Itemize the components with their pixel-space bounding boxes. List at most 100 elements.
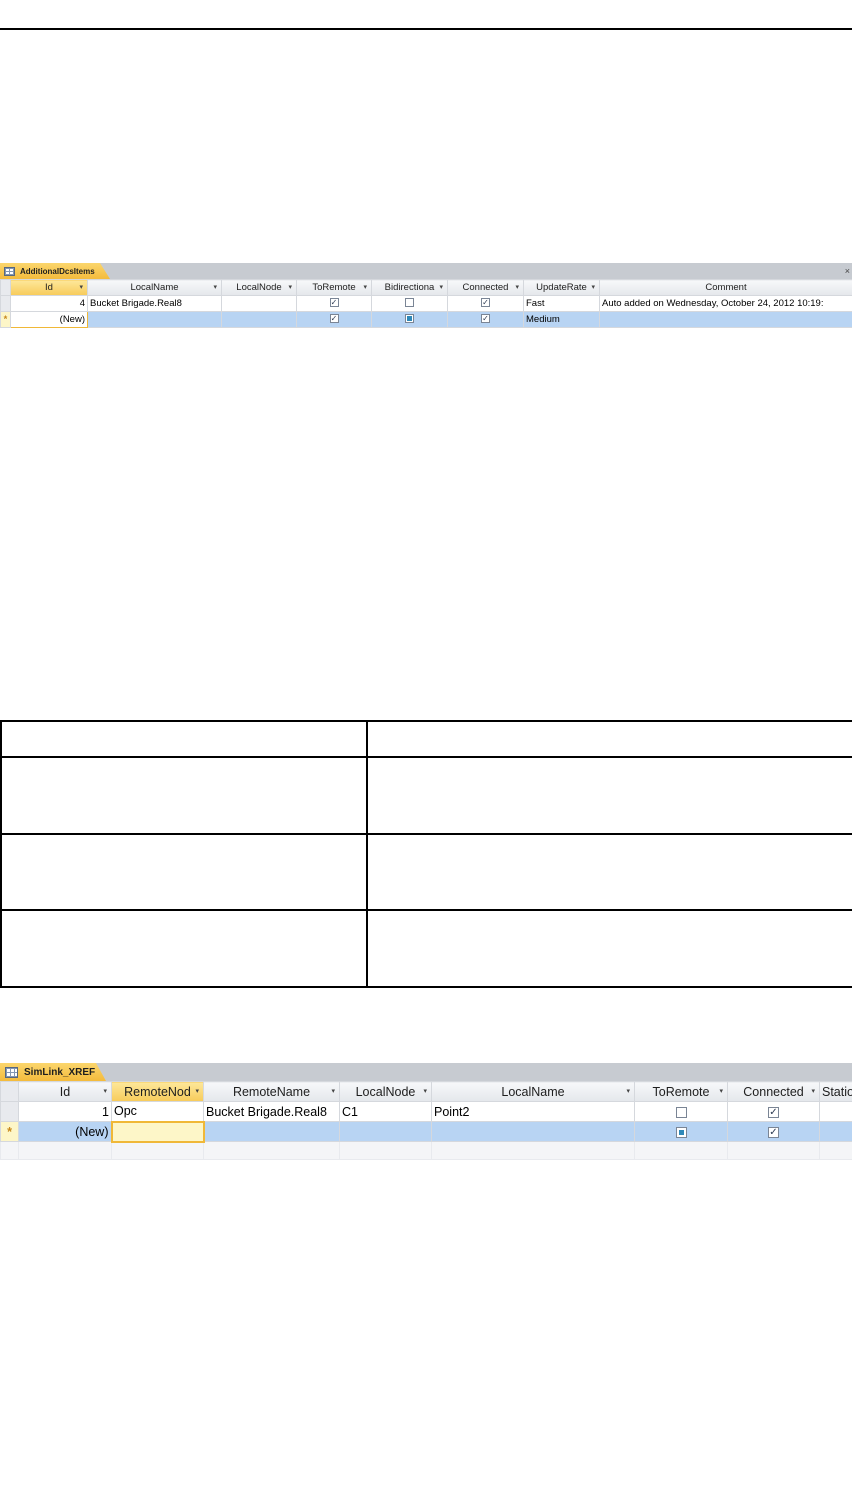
cell-bidirectional[interactable] <box>371 295 448 312</box>
new-record-marker[interactable]: * <box>0 1121 19 1142</box>
cell-id[interactable]: 4 <box>10 295 88 312</box>
dropdown-arrow-icon[interactable]: ▾ <box>439 281 443 295</box>
column-header-localnode[interactable]: LocalNode ▾ <box>221 279 297 296</box>
cell-connected[interactable] <box>447 311 524 328</box>
tab-label: SimLink_XREF <box>24 1066 96 1078</box>
dropdown-arrow-icon[interactable]: ▾ <box>103 1083 107 1101</box>
cell-updaterate[interactable]: Fast <box>523 295 600 312</box>
cell-localname[interactable] <box>87 311 222 328</box>
column-header-bidirectional[interactable]: Bidirectiona ▾ <box>371 279 448 296</box>
checkbox[interactable] <box>675 1106 687 1118</box>
cell-station[interactable] <box>819 1121 852 1142</box>
dropdown-arrow-icon[interactable]: ▾ <box>626 1083 630 1101</box>
column-header-id[interactable]: Id ▾ <box>10 279 88 296</box>
dropdown-arrow-icon[interactable]: ▾ <box>363 281 367 295</box>
column-header-updaterate[interactable]: UpdateRate ▾ <box>523 279 600 296</box>
column-header-station[interactable]: Statio <box>819 1081 852 1102</box>
checkbox[interactable] <box>405 298 414 308</box>
header-row: Id ▾ LocalName ▾ LocalNode ▾ ToRemote ▾ Bidi… <box>0 279 852 296</box>
cell-toremote[interactable] <box>296 311 372 328</box>
checkbox[interactable] <box>768 1126 779 1138</box>
dropdown-arrow-icon[interactable]: ▾ <box>423 1083 427 1101</box>
datasheet-grid: Id ▾ RemoteNod ▾ RemoteName ▾ LocalNode ▾ Lo… <box>0 1081 852 1160</box>
cell-toremote[interactable] <box>634 1121 728 1142</box>
cell-toremote[interactable] <box>634 1101 728 1122</box>
cell-id[interactable]: (New) <box>18 1121 112 1142</box>
checkbox[interactable] <box>675 1126 687 1138</box>
column-header-toremote[interactable]: ToRemote ▾ <box>634 1081 728 1102</box>
new-record-row[interactable]: * (New) Medium <box>0 311 852 328</box>
datasheet-grid: Id ▾ LocalName ▾ LocalNode ▾ ToRemote ▾ Bidi… <box>0 279 852 328</box>
document-tab-bar: AdditionalDcsItems × <box>0 263 852 279</box>
cell-remotenode[interactable]: Opc <box>111 1101 204 1122</box>
table-icon <box>4 267 15 276</box>
checkbox[interactable] <box>768 1106 779 1118</box>
new-record-marker[interactable]: * <box>0 311 11 328</box>
select-all-corner[interactable] <box>0 279 11 296</box>
cell-connected[interactable] <box>727 1121 820 1142</box>
cell-localnode[interactable] <box>339 1121 432 1142</box>
dropdown-arrow-icon[interactable]: ▾ <box>811 1083 815 1101</box>
checkbox[interactable] <box>481 314 490 324</box>
cell-localnode[interactable] <box>221 311 297 328</box>
checkbox[interactable] <box>329 298 339 308</box>
blank-row <box>0 833 852 911</box>
cell-comment[interactable] <box>599 311 852 328</box>
blank-row <box>0 909 852 988</box>
dropdown-arrow-icon[interactable]: ▾ <box>515 281 519 295</box>
table-icon <box>5 1067 18 1078</box>
column-header-localname[interactable]: LocalName ▾ <box>87 279 222 296</box>
cell-connected[interactable] <box>727 1101 820 1122</box>
dropdown-arrow-icon[interactable]: ▾ <box>719 1083 723 1101</box>
table-row[interactable]: 1 Opc Bucket Brigade.Real8 C1 Point2 <box>0 1101 852 1122</box>
select-all-corner[interactable] <box>0 1081 19 1102</box>
cell-localname[interactable] <box>431 1121 635 1142</box>
column-header-localname[interactable]: LocalName ▾ <box>431 1081 635 1102</box>
column-header-comment[interactable]: Comment <box>599 279 852 296</box>
cell-bidirectional[interactable] <box>371 311 448 328</box>
dropdown-arrow-icon[interactable]: ▾ <box>195 1083 199 1101</box>
checkbox[interactable] <box>405 314 414 324</box>
tab-label: AdditionalDcsItems <box>20 266 95 276</box>
dropdown-arrow-icon[interactable]: ▾ <box>213 281 217 295</box>
cell-localnode[interactable] <box>221 295 297 312</box>
cell-comment[interactable]: Auto added on Wednesday, October 24, 201… <box>599 295 852 312</box>
top-rule <box>0 28 852 30</box>
cell-localname[interactable]: Point2 <box>431 1101 635 1122</box>
column-header-remotename[interactable]: RemoteName ▾ <box>203 1081 340 1102</box>
column-header-localnode[interactable]: LocalNode ▾ <box>339 1081 432 1102</box>
cell-station[interactable] <box>819 1101 852 1122</box>
table-row[interactable]: 4 Bucket Brigade.Real8 Fast Auto added o… <box>0 295 852 312</box>
dropdown-arrow-icon[interactable]: ▾ <box>288 281 292 295</box>
column-header-remotenode[interactable]: RemoteNod ▾ <box>111 1081 204 1102</box>
checkbox[interactable] <box>329 314 339 324</box>
checkbox[interactable] <box>481 298 490 308</box>
cell-localnode[interactable]: C1 <box>339 1101 432 1122</box>
tab-additional-dcs-items[interactable]: AdditionalDcsItems <box>0 263 110 279</box>
cell-remotename[interactable] <box>203 1121 340 1142</box>
column-header-toremote[interactable]: ToRemote ▾ <box>296 279 372 296</box>
dropdown-arrow-icon[interactable]: ▾ <box>79 281 83 295</box>
record-selector[interactable] <box>0 1101 19 1122</box>
cell-localname[interactable]: Bucket Brigade.Real8 <box>87 295 222 312</box>
simlink-xref-datasheet: SimLink_XREF Id ▾ RemoteNod ▾ RemoteName ▾ … <box>0 1063 852 1163</box>
document-tab-bar: SimLink_XREF <box>0 1063 852 1081</box>
cell-id[interactable]: (New) <box>10 311 88 328</box>
cell-remotename[interactable]: Bucket Brigade.Real8 <box>203 1101 340 1122</box>
cell-remotenode-active[interactable] <box>110 1120 205 1143</box>
blank-row <box>0 756 852 835</box>
record-selector[interactable] <box>0 295 11 312</box>
dropdown-arrow-icon[interactable]: ▾ <box>331 1083 335 1101</box>
cell-id[interactable]: 1 <box>18 1101 112 1122</box>
close-icon[interactable]: × <box>845 263 850 279</box>
cell-connected[interactable] <box>447 295 524 312</box>
blank-row <box>0 720 852 758</box>
column-header-id[interactable]: Id ▾ <box>18 1081 112 1102</box>
tab-simlink-xref[interactable]: SimLink_XREF <box>0 1063 106 1081</box>
cell-toremote[interactable] <box>296 295 372 312</box>
cell-updaterate[interactable]: Medium <box>523 311 600 328</box>
new-record-row[interactable]: * (New) <box>0 1120 852 1143</box>
column-header-connected[interactable]: Connected ▾ <box>727 1081 820 1102</box>
column-header-connected[interactable]: Connected ▾ <box>447 279 524 296</box>
dropdown-arrow-icon[interactable]: ▾ <box>591 281 595 295</box>
